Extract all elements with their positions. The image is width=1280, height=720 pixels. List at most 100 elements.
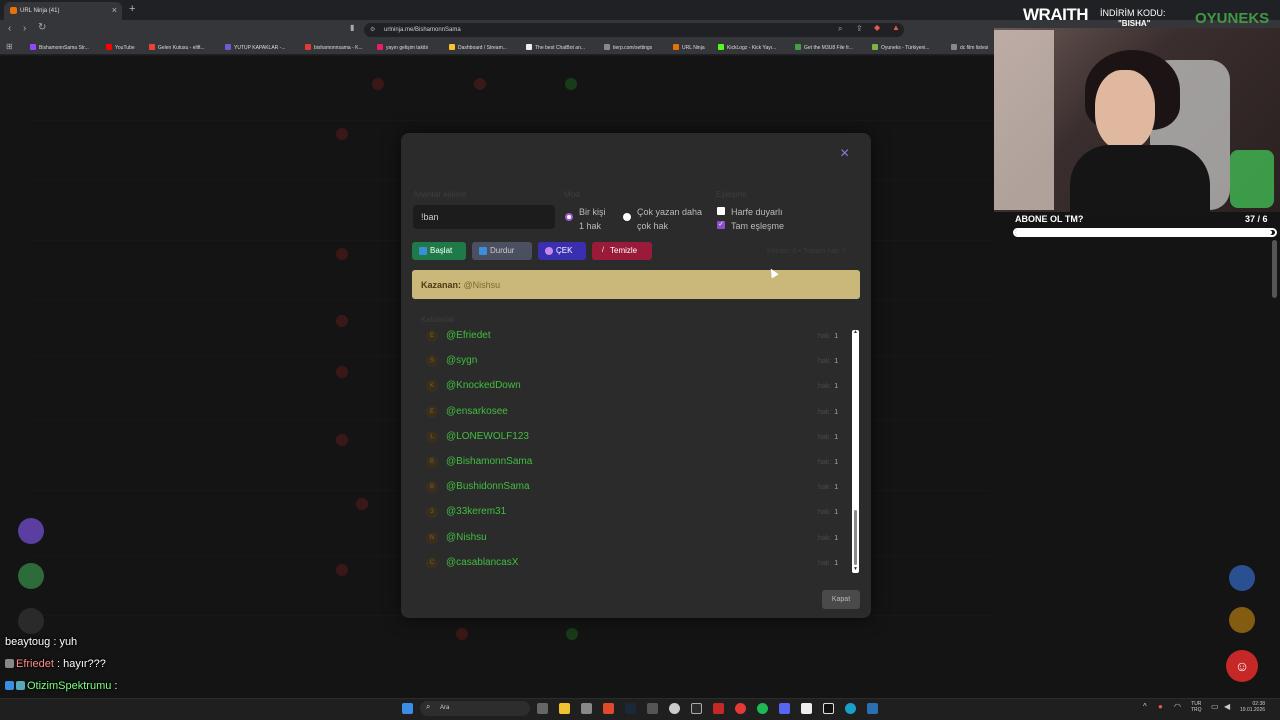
bookmark-item[interactable]: dc film listesi <box>951 44 988 51</box>
side-avatar-icon[interactable] <box>18 563 44 589</box>
bookmark-item[interactable]: The best ChatBot an... <box>526 44 585 51</box>
close-button[interactable]: Kapat <box>822 590 860 609</box>
mode-option-single[interactable]: Bir kişi 1 hak <box>579 205 606 233</box>
chat-username[interactable]: Efriedet <box>16 658 54 670</box>
start-icon[interactable] <box>402 703 413 714</box>
bookmark-item[interactable]: yayın gelişim takibi <box>377 44 428 51</box>
chat-message: OtizimSpektrumu : <box>5 680 117 692</box>
volume-icon[interactable]: ◀ <box>1224 702 1230 711</box>
bookmark-item[interactable]: URL Ninja <box>673 44 705 51</box>
file-explorer-icon[interactable] <box>559 703 570 714</box>
promo-label: İNDİRİM KODU: <box>1100 8 1166 18</box>
bookmark-item[interactable]: BishamonnSama Str... <box>30 44 89 51</box>
stop-button[interactable]: Durdur <box>472 242 532 260</box>
discord-icon[interactable] <box>779 703 790 714</box>
browser-tab-strip <box>0 0 1280 20</box>
rewards-icon[interactable]: ▲ <box>892 23 900 32</box>
clock[interactable]: 02:38 19.01.2026 <box>1240 701 1265 713</box>
network-icon[interactable]: ▭ <box>1211 702 1219 711</box>
keyword-input[interactable] <box>413 205 555 229</box>
site-info-icon[interactable]: ⚙ <box>370 26 375 33</box>
tray-app-icon[interactable]: ● <box>1158 702 1163 711</box>
notepad-icon[interactable] <box>801 703 812 714</box>
bookmark-item[interactable]: Gelen Kutusu - elift... <box>149 44 205 51</box>
brave-shield-icon[interactable]: ◆ <box>874 23 880 32</box>
participant-hak: hak: 1 <box>818 509 839 517</box>
share-icon[interactable]: ⇪ <box>856 24 863 33</box>
chat-badge-icon <box>5 659 14 668</box>
forward-icon[interactable]: › <box>23 23 26 34</box>
back-icon[interactable]: ‹ <box>8 23 11 34</box>
participant-row: B @BishamonnSama hak: 1 <box>412 450 852 475</box>
play-icon <box>419 247 427 255</box>
sub-goal-count: 37 / 6 <box>1245 214 1268 224</box>
task-view-icon[interactable] <box>537 703 548 714</box>
side-avatar-icon[interactable] <box>18 608 44 634</box>
bookmark-item[interactable]: Oyuneks - Türkiyeni... <box>872 44 930 51</box>
close-icon[interactable]: × <box>840 145 849 163</box>
fab-blue-button[interactable] <box>1229 565 1255 591</box>
page-scrollbar[interactable] <box>1272 240 1277 298</box>
bookmark-item[interactable]: Get the M3U8 File fr... <box>795 44 853 51</box>
app-red-icon[interactable] <box>713 703 724 714</box>
spotify-icon[interactable] <box>757 703 768 714</box>
chat-username[interactable]: OtizimSpektrumu <box>27 680 111 692</box>
bookmark-item[interactable]: bishamonnsama - K... <box>305 44 363 51</box>
app-icon[interactable] <box>735 703 746 714</box>
participant-name: @casablancasX <box>446 556 519 568</box>
zoom-icon[interactable]: ⌕ <box>838 24 842 34</box>
mode-option-multi[interactable]: Çok yazan daha çok hak <box>637 205 702 233</box>
chat-username[interactable]: beaytoug <box>5 636 50 648</box>
chat-badge-icon <box>5 681 14 690</box>
bookmark-item[interactable]: Dashboard / Stream... <box>449 44 507 51</box>
case-sensitive-checkbox[interactable] <box>717 207 725 215</box>
bookmark-favicon-icon <box>449 44 455 50</box>
tab-close-icon[interactable]: × <box>112 5 117 15</box>
obs-icon[interactable] <box>669 703 680 714</box>
app-icon[interactable] <box>867 703 878 714</box>
fab-orange-button[interactable] <box>1229 607 1255 633</box>
app-icon[interactable] <box>647 703 658 714</box>
apps-grid-icon[interactable]: ⊞ <box>6 42 13 51</box>
case-sensitive-label[interactable]: Harfe duyarlı <box>731 205 783 219</box>
participants-list[interactable]: E @Efriedet hak: 1 S @sygn hak: 1 K @KnockedDown h… <box>412 328 860 575</box>
browser-tab[interactable]: URL Ninja (41) × <box>4 2 122 20</box>
start-button[interactable]: Başlat <box>412 242 466 260</box>
support-button[interactable]: ☺ <box>1226 650 1258 682</box>
bookmark-item[interactable]: YUTUP KAPAKLAR -... <box>225 44 286 51</box>
edge-icon[interactable] <box>845 703 856 714</box>
language-indicator[interactable]: TUR TRQ <box>1191 701 1202 713</box>
draw-icon <box>545 247 553 255</box>
exact-match-checkbox[interactable]: ✓ <box>717 221 725 229</box>
new-tab-icon[interactable]: + <box>129 3 135 15</box>
taskbar-search[interactable]: Ara <box>420 701 530 716</box>
draw-button[interactable]: ÇEK <box>538 242 586 260</box>
steam-icon[interactable] <box>625 703 636 714</box>
scroll-down-icon[interactable]: ▼ <box>853 566 858 572</box>
mode-label: Mod <box>564 190 580 199</box>
bookmark-item[interactable]: YouTube <box>106 44 135 51</box>
participant-avatar: S <box>426 355 438 368</box>
bookmark-icon[interactable]: ▮ <box>350 23 354 32</box>
reload-icon[interactable]: ↻ <box>38 22 46 33</box>
brave-icon[interactable] <box>603 703 614 714</box>
mode-radio-single[interactable] <box>565 213 573 221</box>
scroll-up-icon[interactable]: ▲ <box>853 329 858 335</box>
search-label: Ara <box>440 705 450 711</box>
participant-name: @KnockedDown <box>446 380 521 392</box>
side-avatar-icon[interactable] <box>18 518 44 544</box>
clear-button[interactable]: / Temizle <box>592 242 652 260</box>
exact-match-label[interactable]: Tam eşleşme <box>731 219 784 233</box>
bookmark-item[interactable]: tierp.com/settings <box>604 44 652 51</box>
xbox-icon[interactable] <box>691 703 702 714</box>
mode-radio-multi[interactable] <box>623 213 631 221</box>
store-icon[interactable] <box>581 703 592 714</box>
capcut-icon[interactable] <box>823 703 834 714</box>
participants-scroll-thumb[interactable] <box>854 510 857 565</box>
tray-chevron-icon[interactable]: ^ <box>1143 702 1147 711</box>
bookmark-item[interactable]: KickLogz - Kick Yayı... <box>718 44 776 51</box>
address-bar[interactable]: urlninja.me/BishamonnSama <box>364 23 904 37</box>
tab-title: URL Ninja (41) <box>20 8 60 14</box>
bookmark-favicon-icon <box>872 44 878 50</box>
wifi-icon[interactable]: ◠ <box>1174 702 1181 711</box>
